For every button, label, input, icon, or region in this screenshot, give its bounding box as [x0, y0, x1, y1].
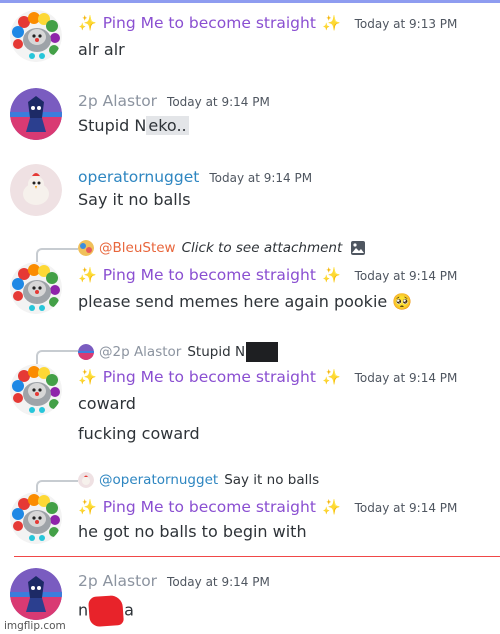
message-header: ✨ Ping Me to become straight ✨ Today at …	[78, 266, 457, 284]
reply-reference[interactable]: @operatornugget Say it no balls	[78, 472, 319, 488]
sparkle-icon: ✨	[321, 14, 341, 32]
sparkle-icon: ✨	[78, 266, 97, 284]
reply-username[interactable]: @2p Alastor	[99, 344, 181, 360]
reply-text[interactable]: Say it no balls	[224, 472, 319, 488]
clown-avatar-icon	[10, 262, 62, 314]
username[interactable]: 2p Alastor	[78, 92, 157, 110]
pleading-face-emoji: 🥺	[392, 292, 413, 311]
reply-avatar	[78, 472, 94, 488]
alastor-avatar-icon	[10, 88, 62, 140]
message[interactable]: @operatornugget Say it no balls ✨ Ping M…	[0, 468, 500, 548]
timestamp[interactable]: Today at 9:14 PM	[355, 371, 458, 385]
sparkle-icon: ✨	[78, 498, 97, 516]
timestamp[interactable]: Today at 9:14 PM	[209, 171, 312, 185]
message-text: he got no balls to begin with	[78, 522, 307, 541]
reply-reference[interactable]: @2p Alastor Stupid N	[78, 342, 279, 362]
message-text: alr alr	[78, 40, 125, 59]
message[interactable]: 2p Alastor Today at 9:14 PM Stupid Neko.…	[0, 86, 500, 146]
avatar[interactable]	[10, 88, 62, 140]
message-text: coward	[78, 394, 136, 413]
image-icon	[350, 240, 366, 256]
message-text: Stupid Neko..	[78, 116, 189, 135]
avatar[interactable]	[10, 164, 62, 216]
timestamp[interactable]: Today at 9:13 PM	[355, 17, 458, 31]
alastor-avatar-icon	[10, 568, 62, 620]
sparkle-icon: ✨	[321, 368, 341, 386]
timestamp[interactable]: Today at 9:14 PM	[355, 269, 458, 283]
message-text: please send memes here again pookie 🥺	[78, 292, 412, 311]
clown-avatar-icon	[10, 10, 62, 62]
reply-avatar	[78, 344, 94, 360]
avatar[interactable]	[10, 10, 62, 62]
username[interactable]: Ping Me to become straight	[103, 266, 316, 284]
username[interactable]: Ping Me to become straight	[103, 368, 316, 386]
sparkle-icon: ✨	[321, 498, 341, 516]
sparkle-icon: ✨	[321, 266, 341, 284]
sparkle-icon: ✨	[78, 368, 97, 386]
new-messages-divider	[14, 556, 500, 557]
sparkle-icon: ✨	[78, 14, 97, 32]
message[interactable]: 2p Alastor Today at 9:14 PM na	[0, 566, 500, 634]
message-text: Say it no balls	[78, 190, 191, 209]
avatar[interactable]	[10, 568, 62, 620]
timestamp[interactable]: Today at 9:14 PM	[167, 575, 270, 589]
message-header: ✨ Ping Me to become straight ✨ Today at …	[78, 498, 457, 516]
avatar[interactable]	[10, 492, 62, 544]
message-header: ✨ Ping Me to become straight ✨ Today at …	[78, 14, 457, 32]
reply-username[interactable]: @BleuStew	[99, 240, 176, 256]
message-header: ✨ Ping Me to become straight ✨ Today at …	[78, 368, 457, 386]
message-header: 2p Alastor Today at 9:14 PM	[78, 92, 270, 110]
username[interactable]: Ping Me to become straight	[103, 498, 316, 516]
censor-scribble	[88, 594, 125, 628]
text-prefix: Stupid N	[78, 116, 147, 135]
message-text: na	[78, 594, 134, 628]
username[interactable]: Ping Me to become straight	[103, 14, 316, 32]
avatar[interactable]	[10, 262, 62, 314]
message[interactable]: @2p Alastor Stupid N ✨ Ping Me to become…	[0, 338, 500, 448]
reply-text[interactable]: Stupid N	[187, 344, 245, 360]
reply-reference[interactable]: @BleuStew Click to see attachment	[78, 240, 366, 256]
message-line: please send memes here again pookie	[78, 292, 388, 311]
avatar[interactable]	[10, 364, 62, 416]
censor-block	[246, 342, 279, 362]
message[interactable]: ✨ Ping Me to become straight ✨ Today at …	[0, 6, 500, 66]
message-header: operatornugget Today at 9:14 PM	[78, 168, 312, 186]
username[interactable]: 2p Alastor	[78, 572, 157, 590]
reply-spine	[36, 350, 78, 364]
message[interactable]: operatornugget Today at 9:14 PM Say it n…	[0, 160, 500, 220]
chicken-avatar-icon	[10, 164, 62, 216]
message[interactable]: @BleuStew Click to see attachment ✨ Ping…	[0, 236, 500, 322]
clown-avatar-icon	[10, 364, 62, 416]
reply-avatar	[78, 240, 94, 256]
watermark: imgflip.com	[4, 620, 66, 632]
timestamp[interactable]: Today at 9:14 PM	[167, 95, 270, 109]
reply-text[interactable]: Click to see attachment	[182, 240, 343, 256]
timestamp[interactable]: Today at 9:14 PM	[355, 501, 458, 515]
clown-avatar-icon	[10, 492, 62, 544]
message-header: 2p Alastor Today at 9:14 PM	[78, 572, 270, 590]
reply-username[interactable]: @operatornugget	[99, 472, 218, 488]
username[interactable]: operatornugget	[78, 168, 199, 186]
selected-text: eko..	[146, 116, 189, 135]
reply-spine	[36, 248, 78, 262]
text-end: a	[124, 600, 134, 620]
top-accent-line	[0, 0, 500, 3]
message-text: fucking coward	[78, 424, 200, 443]
text-start: n	[78, 600, 89, 620]
